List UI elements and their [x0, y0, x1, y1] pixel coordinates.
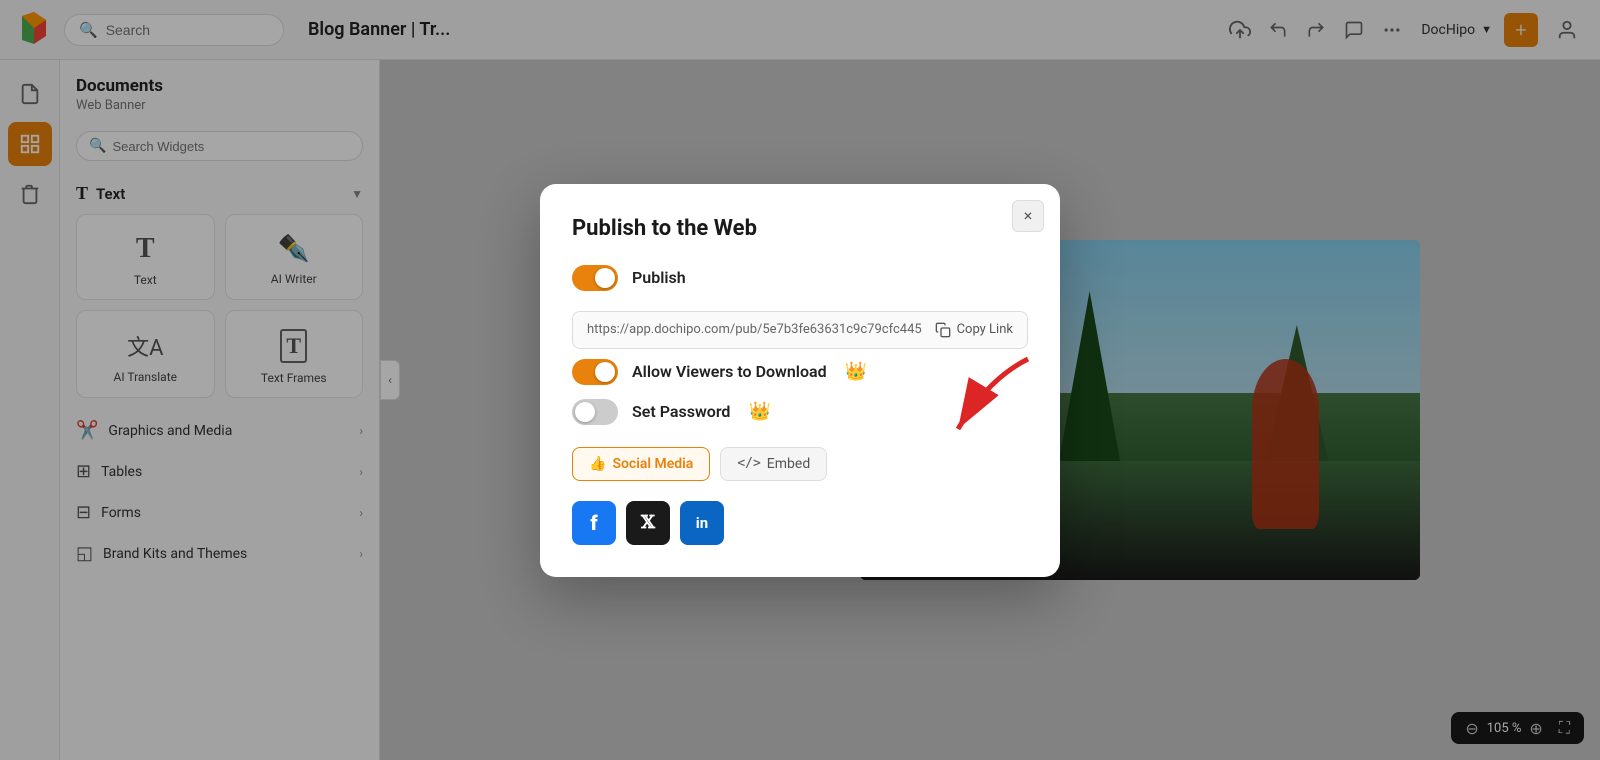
embed-label: Embed [767, 456, 810, 472]
modal-overlay[interactable]: × Publish to the Web Publish https://app… [0, 0, 1600, 760]
share-tab-social-media[interactable]: 👍 Social Media [572, 447, 710, 481]
publish-toggle-row: Publish [572, 265, 1028, 291]
publish-toggle-label: Publish [632, 268, 686, 287]
url-row: https://app.dochipo.com/pub/5e7b3fe63631… [572, 311, 1028, 349]
twitter-share-button[interactable]: 𝕏 [626, 501, 670, 545]
copy-link-label: Copy Link [957, 322, 1013, 337]
modal-title: Publish to the Web [572, 216, 1028, 241]
facebook-icon: f [590, 511, 597, 535]
allow-download-row: Allow Viewers to Download 👑 [572, 359, 1028, 385]
modal-close-button[interactable]: × [1012, 200, 1044, 232]
copy-link-button[interactable]: Copy Link [935, 322, 1013, 338]
publish-url: https://app.dochipo.com/pub/5e7b3fe63631… [587, 322, 923, 337]
social-media-label: Social Media [612, 456, 693, 472]
social-media-icon: 👍 [589, 456, 606, 472]
allow-download-toggle[interactable] [572, 359, 618, 385]
linkedin-icon: in [696, 514, 708, 532]
social-buttons: f 𝕏 in [572, 501, 1028, 545]
allow-download-knob [595, 362, 615, 382]
allow-download-label: Allow Viewers to Download [632, 362, 827, 381]
set-password-toggle[interactable] [572, 399, 618, 425]
publish-modal: × Publish to the Web Publish https://app… [540, 184, 1060, 577]
publish-toggle-knob [595, 268, 615, 288]
set-password-label: Set Password [632, 402, 730, 421]
twitter-x-icon: 𝕏 [641, 512, 655, 533]
share-tab-embed[interactable]: </> Embed [720, 447, 827, 481]
embed-icon: </> [737, 456, 760, 471]
crown-icon-password: 👑 [748, 401, 770, 422]
publish-toggle[interactable] [572, 265, 618, 291]
set-password-knob [575, 402, 595, 422]
linkedin-share-button[interactable]: in [680, 501, 724, 545]
crown-icon-download: 👑 [845, 361, 867, 382]
facebook-share-button[interactable]: f [572, 501, 616, 545]
set-password-row: Set Password 👑 [572, 399, 1028, 425]
share-tabs: 👍 Social Media </> Embed [572, 447, 1028, 481]
